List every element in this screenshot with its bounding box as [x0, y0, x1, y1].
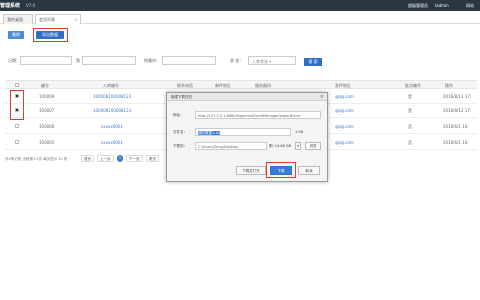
- first-page-button[interactable]: 首页: [81, 155, 94, 162]
- tab-bar: 我的桌面 会员列表 ×: [0, 14, 480, 24]
- pager-info: 共4条记录 当前第1/1页 每页显示 10 条: [5, 157, 68, 161]
- browse-button[interactable]: 浏览: [305, 142, 321, 150]
- dialog-title: 新建下载任务: [171, 95, 192, 99]
- prev-page-button[interactable]: 上一页: [97, 155, 114, 162]
- saveto-label: 下载到：: [173, 144, 187, 148]
- search-button[interactable]: 搜 索: [304, 58, 322, 66]
- url-field[interactable]: http://127.0.0.1:8080/lhgdemo/EventManag…: [195, 111, 321, 119]
- filename-field[interactable]: 我的数据1.xls: [195, 128, 291, 136]
- dialog-header: 新建下载任务 ×: [167, 93, 327, 101]
- url-label: 网址：: [173, 113, 184, 117]
- next-page-button[interactable]: 下一页: [126, 155, 143, 162]
- table-header: 编号 入库编号 联系电话 邮件地址 服务器码 发件地址 批次编号 操作: [5, 80, 477, 89]
- download-open-button[interactable]: 下载并打开: [236, 166, 266, 175]
- city-label: 所属市：: [144, 58, 160, 63]
- status-select[interactable]: 入库状态 ▾: [248, 56, 296, 65]
- free-space: 剩: 14.86 GB: [269, 144, 292, 148]
- app-version: V7.0: [26, 3, 36, 8]
- tab-member-list[interactable]: 会员列表 ×: [35, 14, 81, 24]
- chevron-down-icon[interactable]: ▾: [295, 142, 301, 150]
- row-checkbox[interactable]: [15, 124, 19, 128]
- app-title: 管理系统: [0, 3, 21, 9]
- date-to-input[interactable]: [82, 56, 136, 65]
- city-input[interactable]: [162, 56, 216, 65]
- select-all-checkbox[interactable]: [15, 83, 19, 87]
- top-bar: 管理系统 V7.0 超级管理员 ladmin 网站: [0, 0, 480, 11]
- user-role[interactable]: 超级管理员: [408, 3, 428, 9]
- highlight-box-checkboxes: [10, 90, 24, 120]
- filename-label: 文件名：: [173, 130, 187, 134]
- highlight-box-export: [33, 28, 68, 42]
- file-size: 1 KB: [295, 130, 304, 134]
- date-from-input[interactable]: [20, 56, 72, 65]
- close-icon[interactable]: ×: [75, 17, 78, 22]
- cancel-button[interactable]: 取消: [298, 166, 320, 175]
- last-page-button[interactable]: 尾页: [146, 155, 159, 162]
- close-icon[interactable]: ×: [320, 94, 324, 100]
- status-label: 状 态：: [230, 58, 244, 63]
- date-label: 日期：: [8, 58, 20, 63]
- saveto-field[interactable]: C:\Users\Zeng\Desktop: [195, 142, 267, 150]
- site-link[interactable]: 网站: [466, 3, 474, 9]
- date-to-label: 到: [76, 58, 80, 63]
- row-checkbox[interactable]: [15, 140, 19, 144]
- current-page[interactable]: 1: [117, 155, 123, 162]
- delete-button[interactable]: 删除: [8, 31, 24, 39]
- user-menu[interactable]: ladmin: [435, 3, 449, 8]
- highlight-box-download: [266, 162, 296, 178]
- tab-desktop[interactable]: 我的桌面: [3, 14, 33, 24]
